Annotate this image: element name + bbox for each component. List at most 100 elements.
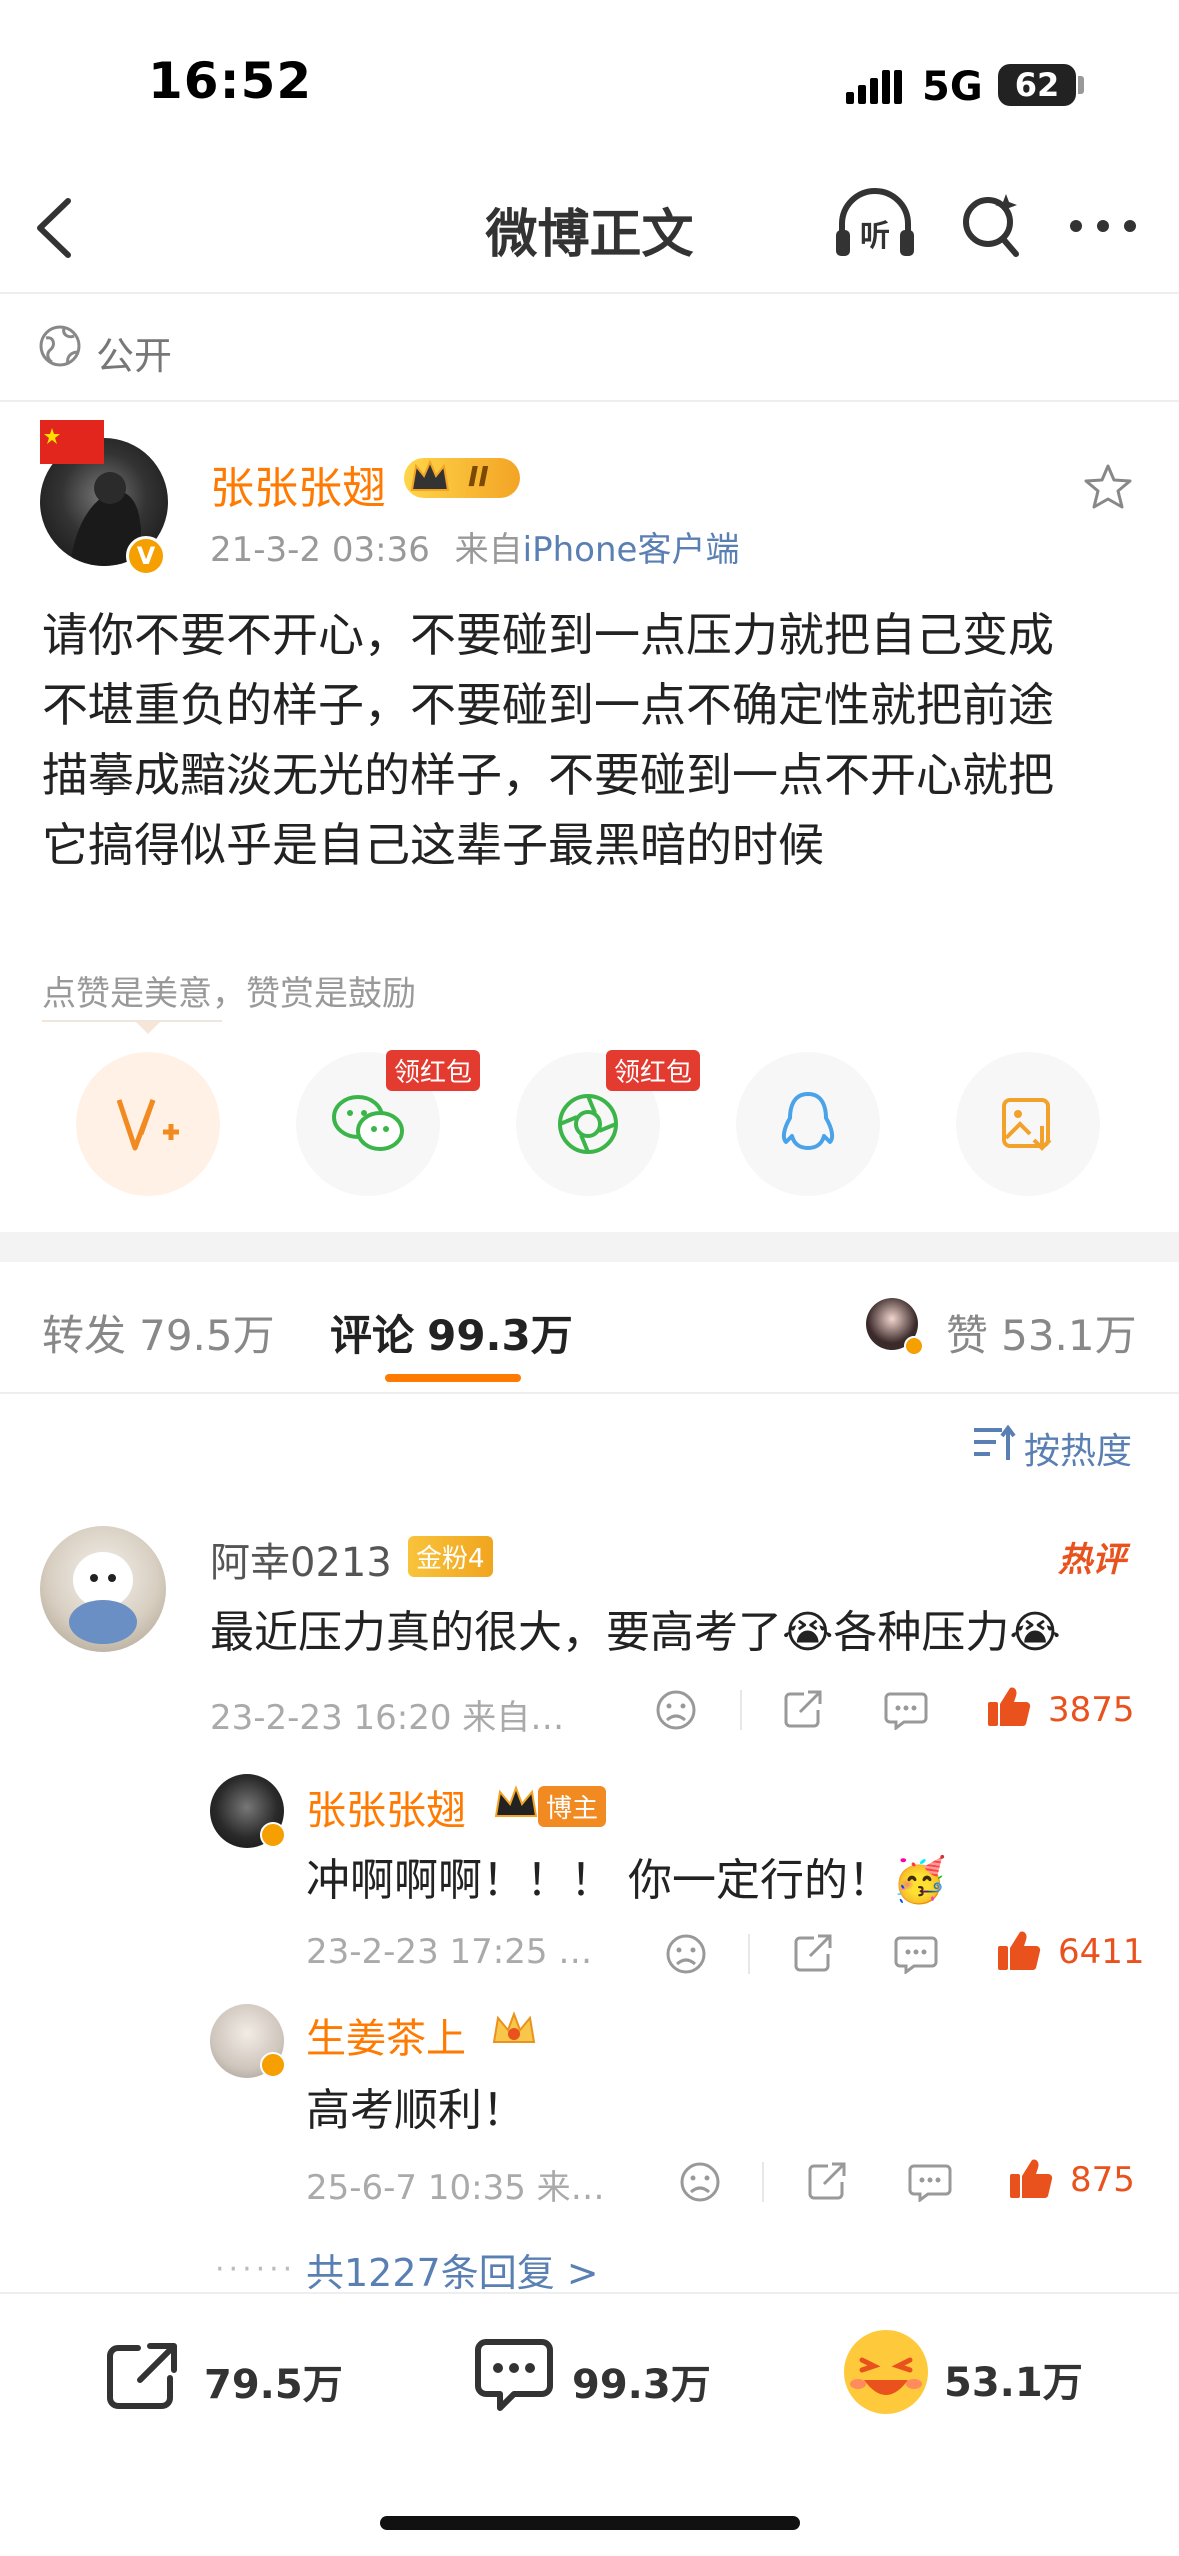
dislike-icon[interactable]	[654, 1688, 698, 1732]
tab-repost[interactable]: 转发 79.5万	[42, 1302, 275, 1363]
sort-icon[interactable]	[972, 1424, 1016, 1464]
encourage-text: 点赞是美意，赞赏是鼓励	[42, 974, 416, 1014]
blogger-badge: 博主	[538, 1786, 607, 1827]
bottom-comment-button[interactable]: 99.3万	[474, 2336, 734, 2416]
tab-like-label: 赞	[946, 1311, 989, 1360]
comment-user-name[interactable]: 阿幸0213	[210, 1530, 392, 1588]
comment-icon[interactable]	[884, 1690, 928, 1730]
post-author-name[interactable]: 张张张翅	[210, 452, 386, 516]
comment-avatar[interactable]	[40, 1526, 166, 1652]
reply-text: 冲啊啊啊！！！ 你一定行的！🥳	[306, 1855, 947, 1906]
post-source[interactable]: iPhone客户端	[523, 530, 740, 570]
comment-icon[interactable]	[894, 1934, 938, 1974]
visibility-label: 公开	[96, 334, 173, 378]
post-line: 它搞得似乎是自己这辈子最黑暗的时候	[42, 818, 824, 872]
nav-divider	[0, 292, 1179, 294]
red-packet-badge: 领红包	[606, 1050, 701, 1091]
reply-time: 23-2-23 17:25 …	[306, 1932, 593, 1972]
action-separator	[740, 1690, 742, 1730]
tabs-divider	[0, 1392, 1179, 1394]
bottom-like-count: 53.1万	[944, 2360, 1083, 2406]
post-source-prefix: 来自	[454, 530, 523, 570]
dislike-icon[interactable]	[678, 2160, 722, 2204]
repost-icon[interactable]	[782, 1688, 824, 1730]
share-qq-button[interactable]	[736, 1052, 880, 1196]
liker-verified-icon	[904, 1336, 924, 1356]
reply-text: 高考顺利！	[306, 2085, 526, 2136]
vip-crown-icon	[488, 2008, 540, 2050]
post-line: 描摹成黯淡无光的样子，不要碰到一点不开心就把	[42, 748, 1054, 802]
favorite-star-icon[interactable]	[1082, 462, 1134, 512]
like-count: 875	[1070, 2160, 1135, 2200]
tab-repost-label: 转发	[42, 1311, 127, 1360]
repost-icon[interactable]	[806, 2160, 848, 2202]
repost-icon[interactable]	[792, 1932, 834, 1974]
comment-text: 最近压力真的很大，要高考了😭各种压力😭	[210, 1607, 1061, 1658]
tab-comment-count: 99.3万	[427, 1311, 573, 1360]
battery-nub	[1078, 76, 1084, 94]
level-badge: II	[404, 458, 520, 498]
reply-verified-icon	[260, 2052, 286, 2078]
visibility-divider	[0, 400, 1179, 402]
active-tab-indicator	[385, 1374, 521, 1382]
fan-badge: 金粉4	[408, 1536, 493, 1577]
like-count: 3875	[1048, 1690, 1135, 1730]
listen-label: 听	[860, 219, 890, 254]
comment-icon	[475, 2339, 553, 2411]
bottom-repost-count: 79.5万	[204, 2362, 343, 2408]
comment-time: 23-2-23 16:20 来自…	[210, 1698, 565, 1738]
reply-dots: ······	[215, 2252, 297, 2287]
tab-comment-label: 评论	[330, 1311, 415, 1360]
sort-label[interactable]: 按热度	[1024, 1422, 1132, 1474]
crown-icon	[492, 1782, 540, 1822]
more-replies-link[interactable]: 共1227条回复 >	[306, 2242, 599, 2297]
action-separator	[748, 1934, 750, 1974]
post-body: 请你不要不开心，不要碰到一点压力就把自己变成 不堪重负的样子，不要碰到一点不确定…	[42, 600, 1142, 880]
verified-icon: V	[126, 536, 166, 576]
like-count: 6411	[1058, 1932, 1145, 1972]
level-badge-text: II	[468, 460, 489, 493]
post-time: 21-3-2 03:36	[210, 530, 430, 570]
tip-arrow	[136, 1022, 160, 1034]
tab-comment[interactable]: 评论 99.3万	[330, 1302, 573, 1363]
section-separator	[0, 1232, 1179, 1262]
reply-user-name[interactable]: 生姜茶上	[306, 2006, 466, 2064]
like-icon[interactable]	[986, 1684, 1032, 1730]
listen-icon[interactable]: 听	[832, 186, 918, 262]
battery-icon: 62	[998, 64, 1076, 106]
action-separator	[762, 2162, 764, 2202]
bottom-repost-button[interactable]: 79.5万	[104, 2336, 364, 2416]
tab-like[interactable]: 赞 53.1万	[946, 1302, 1137, 1363]
reply-time: 25-6-7 10:35 来…	[306, 2168, 605, 2208]
comment-icon[interactable]	[908, 2162, 952, 2202]
reply-verified-icon	[260, 1822, 286, 1848]
flag-icon	[40, 420, 104, 464]
laughing-like-icon	[844, 2330, 928, 2414]
like-icon[interactable]	[996, 1928, 1042, 1974]
like-icon[interactable]	[1008, 2156, 1054, 2202]
reward-icon	[116, 1099, 179, 1151]
globe-icon	[38, 324, 82, 368]
save-image-button[interactable]	[956, 1052, 1100, 1196]
more-icon[interactable]	[1068, 218, 1138, 234]
reward-button[interactable]	[76, 1052, 220, 1196]
repost-icon	[107, 2343, 177, 2409]
network-type: 5G	[922, 64, 983, 110]
post-line: 不堪重负的样子，不要碰到一点不确定性就把前途	[42, 678, 1054, 732]
signal-icon	[846, 70, 904, 104]
dislike-icon[interactable]	[664, 1932, 708, 1976]
post-meta: 21-3-2 03:36 来自iPhone客户端	[210, 522, 739, 571]
status-time: 16:52	[148, 52, 313, 110]
search-icon[interactable]	[958, 190, 1024, 260]
save-image-icon	[1002, 1098, 1052, 1151]
bottom-like-button[interactable]: 53.1万	[840, 2326, 1140, 2422]
qq-icon	[781, 1092, 835, 1150]
wechat-icon	[332, 1095, 404, 1151]
home-indicator	[380, 2516, 800, 2530]
reply-user-name[interactable]: 张张张翅	[306, 1778, 466, 1836]
hot-comment-tag: 热评	[1058, 1540, 1126, 1580]
bottom-comment-count: 99.3万	[572, 2362, 711, 2408]
red-packet-badge: 领红包	[386, 1050, 481, 1091]
moments-icon	[558, 1094, 618, 1154]
tab-like-count: 53.1万	[1001, 1311, 1137, 1360]
